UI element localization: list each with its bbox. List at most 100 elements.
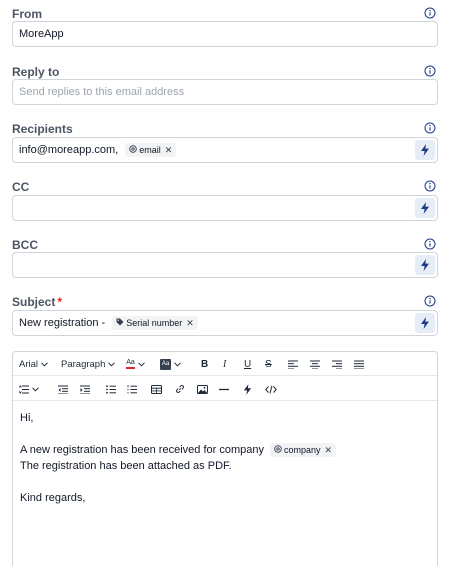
source-code-button[interactable] xyxy=(265,380,277,398)
link-button[interactable] xyxy=(175,380,185,398)
italic-icon: I xyxy=(223,358,227,370)
recipients-value: info@moreapp.com, xyxy=(19,144,119,157)
font-color-button[interactable]: Aa xyxy=(126,355,145,373)
from-value: MoreApp xyxy=(19,28,64,41)
bolt-icon xyxy=(421,317,429,329)
info-icon[interactable] xyxy=(424,180,436,192)
from-input[interactable]: MoreApp xyxy=(12,21,438,47)
line-height-icon xyxy=(19,384,29,394)
subject-chip[interactable]: Serial number ✕ xyxy=(112,316,198,331)
bolt-icon xyxy=(421,259,429,271)
info-icon[interactable] xyxy=(424,65,436,77)
rich-text-editor[interactable]: Arial Paragraph Aa Aa B I U S Hi, A new … xyxy=(12,351,438,566)
image-icon xyxy=(197,384,208,394)
bullet-list-icon xyxy=(106,384,116,394)
bolt-button[interactable] xyxy=(415,255,435,275)
bolt-icon xyxy=(243,383,252,395)
horizontal-rule-button[interactable] xyxy=(219,380,229,398)
justify-icon xyxy=(354,360,364,369)
close-icon[interactable]: ✕ xyxy=(186,311,194,335)
reply-to-label: Reply to xyxy=(12,65,60,79)
table-button[interactable] xyxy=(151,380,162,398)
close-icon[interactable]: ✕ xyxy=(165,138,173,162)
bolt-button[interactable] xyxy=(415,313,435,333)
font-color-icon: Aa xyxy=(126,359,135,369)
close-icon[interactable]: ✕ xyxy=(325,442,333,458)
recipient-chip-label: email xyxy=(139,145,161,156)
strikethrough-button[interactable]: S xyxy=(265,355,272,373)
required-mark: * xyxy=(57,295,63,309)
numbered-list-icon xyxy=(127,384,137,393)
tag-icon xyxy=(116,311,124,335)
company-chip-label: company xyxy=(283,445,321,456)
bullet-list-button[interactable] xyxy=(106,380,116,398)
subject-input[interactable]: New registration - Serial number ✕ xyxy=(12,310,438,336)
subject-field: Subject * New registration - Serial numbe… xyxy=(12,293,438,336)
indent-button[interactable] xyxy=(80,380,90,398)
reply-to-field: Reply to Send replies to this email addr… xyxy=(12,63,438,105)
table-icon xyxy=(151,384,162,394)
strikethrough-icon: S xyxy=(265,358,272,370)
recipients-input[interactable]: info@moreapp.com, email ✕ xyxy=(12,137,438,163)
cc-field: CC xyxy=(12,178,438,221)
align-right-button[interactable] xyxy=(332,355,342,373)
editor-content[interactable]: Hi, A new registration has been received… xyxy=(20,410,430,506)
highlight-color-button[interactable]: Aa xyxy=(160,355,181,373)
reply-to-placeholder: Send replies to this email address xyxy=(19,86,185,99)
email-at-icon xyxy=(129,138,138,162)
bold-button[interactable]: B xyxy=(201,355,208,373)
editor-toolbar-row-1: Arial Paragraph Aa Aa B I U S xyxy=(13,352,437,376)
bolt-button[interactable] xyxy=(415,198,435,218)
chevron-down-icon xyxy=(138,361,145,367)
link-icon xyxy=(176,385,184,393)
code-icon xyxy=(265,385,277,393)
block-format-label: Paragraph xyxy=(61,358,106,370)
bcc-input[interactable] xyxy=(12,252,438,278)
bolt-icon xyxy=(421,144,429,156)
italic-button[interactable]: I xyxy=(223,355,226,373)
editor-toolbar-row-2 xyxy=(13,377,437,401)
editor-line-4: Kind regards, xyxy=(20,492,86,504)
info-icon[interactable] xyxy=(424,122,436,134)
cc-input[interactable] xyxy=(12,195,438,221)
underline-button[interactable]: U xyxy=(244,355,251,373)
indent-icon xyxy=(80,385,90,394)
font-select[interactable]: Arial xyxy=(19,355,48,373)
editor-line-1: Hi, xyxy=(20,412,34,424)
info-icon[interactable] xyxy=(424,238,436,250)
recipients-field: Recipients info@moreapp.com, email ✕ xyxy=(12,120,438,163)
info-icon[interactable] xyxy=(424,295,436,307)
bolt-button[interactable] xyxy=(415,140,435,160)
reply-to-input[interactable]: Send replies to this email address xyxy=(12,79,438,105)
underline-icon: U xyxy=(244,358,252,370)
numbered-list-button[interactable] xyxy=(127,380,137,398)
company-chip[interactable]: company ✕ xyxy=(269,442,337,458)
subject-label-text: Subject xyxy=(12,295,56,309)
chevron-down-icon xyxy=(41,361,48,367)
email-at-icon xyxy=(274,442,282,458)
line-height-button[interactable] xyxy=(19,380,39,398)
editor-blank-line xyxy=(20,474,430,490)
from-label: From xyxy=(12,7,42,21)
align-right-icon xyxy=(332,360,342,369)
align-center-icon xyxy=(310,360,320,369)
subject-chip-label: Serial number xyxy=(126,318,183,329)
editor-line-2: A new registration has been received for… xyxy=(20,442,430,458)
info-icon[interactable] xyxy=(424,7,436,19)
block-format-select[interactable]: Paragraph xyxy=(61,355,116,373)
align-center-button[interactable] xyxy=(310,355,320,373)
horizontal-rule-icon xyxy=(219,388,229,390)
subject-label: Subject * xyxy=(12,295,62,309)
outdent-button[interactable] xyxy=(58,380,68,398)
align-left-button[interactable] xyxy=(288,355,298,373)
align-left-icon xyxy=(288,360,298,369)
recipients-label: Recipients xyxy=(12,122,73,136)
highlight-icon: Aa xyxy=(160,358,171,370)
editor-blank-line xyxy=(20,426,430,442)
recipient-chip[interactable]: email ✕ xyxy=(125,143,177,158)
justify-button[interactable] xyxy=(354,355,364,373)
insert-variable-button[interactable] xyxy=(243,380,252,398)
editor-line-2-text: A new registration has been received for… xyxy=(20,444,264,456)
bolt-icon xyxy=(421,202,429,214)
image-button[interactable] xyxy=(197,380,208,398)
